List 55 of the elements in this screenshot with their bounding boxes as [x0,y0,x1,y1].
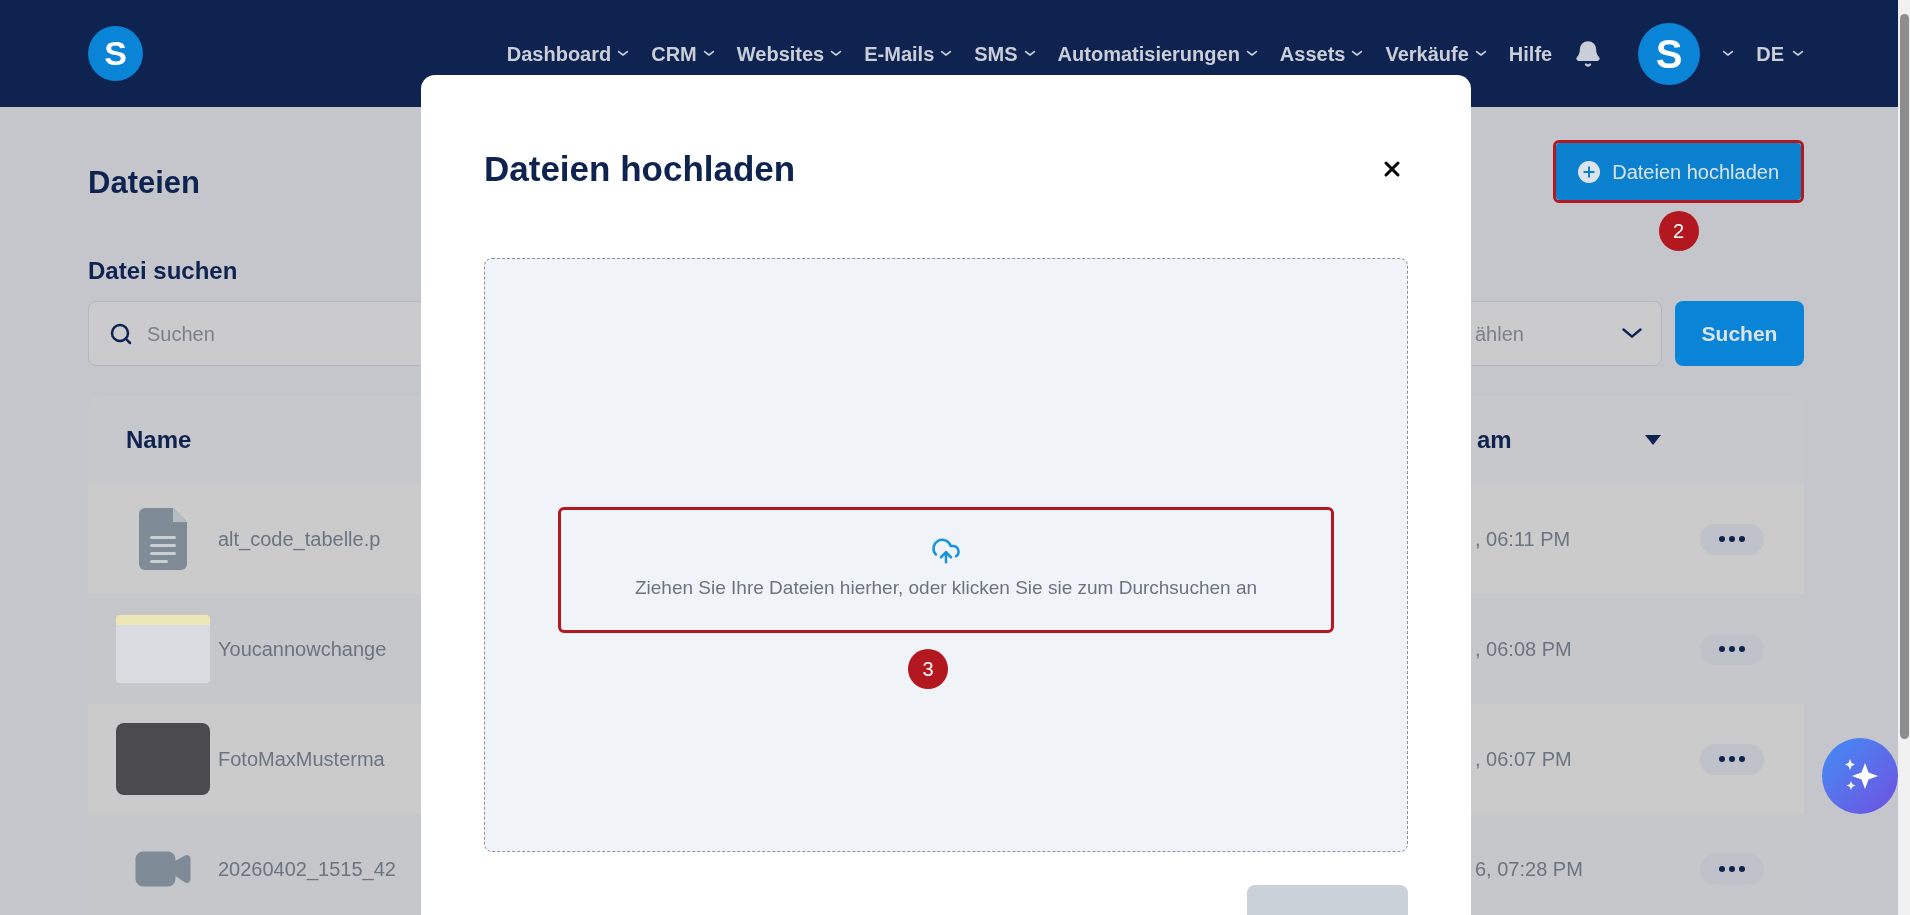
nav-menu-item[interactable]: E-Mails [864,38,953,69]
chevron-down-icon [617,50,630,57]
nav-menu-item[interactable]: CRM [651,38,715,69]
scrollbar[interactable] [1898,0,1910,915]
date-cell-text: , 06:08 PM [1475,637,1573,662]
annotation-badge: 3 [908,648,948,689]
nav-menu-item[interactable]: Websites [736,38,843,69]
search-label: Datei suchen [88,256,239,286]
date-cell-text: 6, 07:28 PM [1475,857,1584,882]
more-options-button[interactable] [1700,853,1764,885]
avatar[interactable]: S [1638,22,1701,85]
more-options-button[interactable] [1700,523,1764,555]
chevron-down-icon [1351,50,1364,57]
file-name: Youcannowchange [218,637,387,662]
date-cell-text: , 06:07 PM [1475,747,1573,772]
notification-bell-icon[interactable] [1574,39,1603,68]
annotation-badge: 2 [1658,211,1699,251]
chevron-down-icon [1474,50,1487,57]
file-name: 20260402_1515_42 [218,857,396,883]
chevron-down-icon [830,50,843,57]
more-icon [1719,866,1745,872]
file-drop-zone[interactable]: Ziehen Sie Ihre Dateien hierher, oder klicken Sie sie zum Durchsuchen an 3 [484,257,1408,852]
select-placeholder: ählen [1475,321,1524,347]
chevron-down-icon [1245,50,1258,57]
dialog-title: Dateien hochladen [484,148,796,190]
more-icon [1719,536,1745,542]
language-selector[interactable]: DE [1756,38,1804,69]
nav-menu-item[interactable]: Assets [1279,38,1364,69]
more-icon [1719,756,1745,762]
more-options-button[interactable] [1700,633,1764,665]
search-placeholder: Suchen [147,321,215,347]
search-icon [109,321,133,346]
file-name: alt_code_tabelle.p [218,527,381,553]
more-options-button[interactable] [1700,743,1764,775]
column-header[interactable]: am [1477,422,1512,458]
sort-caret-icon[interactable] [1644,435,1661,445]
nav-menu-item[interactable]: Verkäufe [1385,38,1487,69]
logo[interactable]: S [88,26,143,81]
chevron-down-icon [940,50,953,57]
chevron-down-icon [1792,50,1804,57]
chevron-down-icon[interactable] [1722,50,1735,57]
more-icon [1719,646,1745,652]
column-header[interactable]: Name [126,426,192,453]
chevron-down-icon [1621,327,1643,340]
document-icon [139,508,187,570]
nav-menu-item[interactable]: Automatisierungen [1057,38,1258,69]
nav-menu-item[interactable]: Dashboard [506,38,630,69]
chevron-down-icon [702,50,715,57]
drop-zone-instructions: Ziehen Sie Ihre Dateien hierher, oder klicken Sie sie zum Durchsuchen an [634,576,1258,601]
file-name: FotoMaxMusterma [218,747,385,772]
date-cell-text: , 06:11 PM [1475,527,1572,552]
nav-menu-item[interactable]: Hilfe [1508,38,1553,69]
nav-menu-item[interactable]: SMS [974,38,1036,69]
page-title: Dateien [88,164,200,202]
chevron-down-icon [1023,50,1036,57]
